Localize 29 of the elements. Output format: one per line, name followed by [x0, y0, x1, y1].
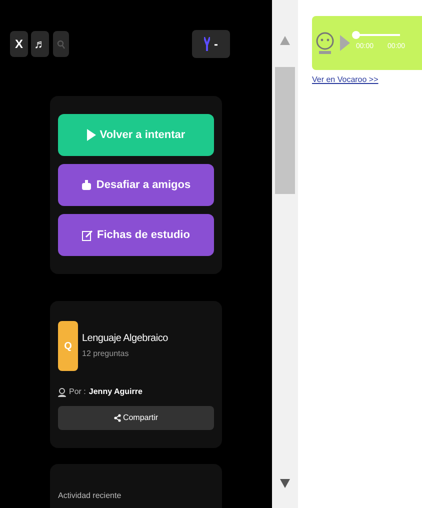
share-button[interactable]: Compartir — [58, 406, 214, 430]
question-count: 12 preguntas — [82, 348, 130, 360]
play-button[interactable] — [338, 33, 352, 53]
edit-icon — [82, 230, 94, 240]
activity-title: Actividad reciente — [58, 491, 122, 500]
level-icon — [204, 37, 210, 51]
scrollbar[interactable] — [272, 0, 298, 508]
scroll-up-icon[interactable] — [280, 36, 290, 45]
scrollbar-thumb[interactable] — [275, 67, 295, 194]
search-button[interactable] — [53, 31, 69, 57]
close-button[interactable]: X — [10, 31, 28, 57]
mascot-icon — [316, 31, 334, 55]
quiz-logo: Q — [58, 321, 78, 371]
play-icon — [340, 35, 350, 51]
search-icon — [57, 40, 65, 48]
music-button[interactable]: ♬ — [31, 31, 49, 57]
vocaroo-link[interactable]: Ver en Vocaroo >> — [312, 74, 422, 86]
author-label: Por : — [69, 386, 86, 398]
action-button[interactable]: Desafiar a amigos — [58, 164, 214, 206]
author-name: Jenny Aguirre — [88, 386, 142, 398]
user-icon — [58, 388, 66, 396]
play-icon — [86, 129, 96, 141]
action-button[interactable]: Fichas de estudio — [58, 214, 214, 256]
robot-icon — [81, 180, 92, 190]
share-icon — [114, 414, 121, 422]
quiz-title: Lenguaje Algebraico — [82, 332, 168, 346]
level-button[interactable]: - — [192, 30, 230, 58]
seek-thumb[interactable] — [352, 30, 360, 39]
scroll-down-icon[interactable] — [280, 479, 290, 488]
